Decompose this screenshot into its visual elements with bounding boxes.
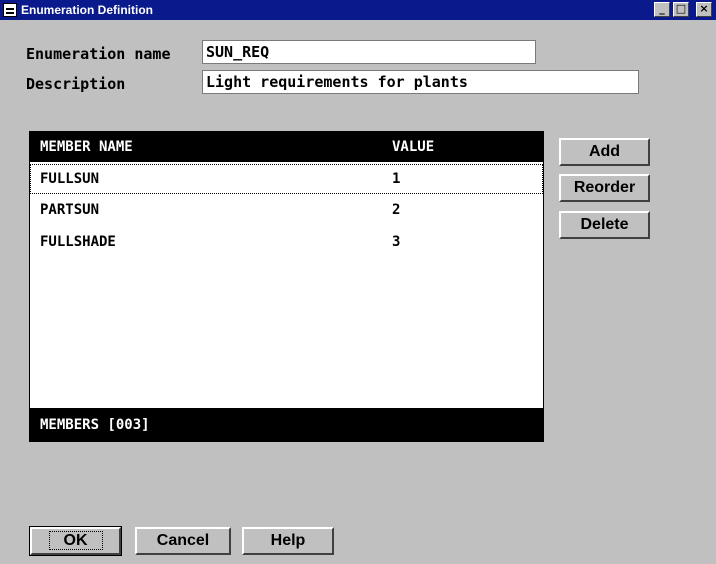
member-name: FULLSUN [40, 171, 100, 187]
title-bar[interactable]: Enumeration Definition _ □ × [0, 0, 716, 20]
members-count-footer: MEMBERS [003] [30, 408, 543, 441]
window-title: Enumeration Definition [21, 3, 153, 17]
list-item[interactable]: FULLSHADE 3 [30, 228, 543, 258]
minimize-button[interactable]: _ [654, 2, 670, 17]
app-icon [3, 3, 17, 17]
help-button[interactable]: Help [242, 527, 334, 555]
maximize-button[interactable]: □ [673, 2, 689, 17]
enumeration-name-label: Enumeration name [26, 45, 171, 63]
cancel-button[interactable]: Cancel [135, 527, 231, 555]
member-value: 2 [392, 202, 401, 218]
ok-button[interactable]: OK [29, 526, 122, 556]
enumeration-name-field[interactable]: SUN_REQ [202, 40, 536, 64]
column-header-value: VALUE [392, 139, 435, 155]
list-item[interactable]: PARTSUN 2 [30, 196, 543, 226]
list-header: MEMBER NAME VALUE [30, 132, 543, 162]
description-field[interactable]: Light requirements for plants [202, 70, 639, 94]
ok-button-label: OK [48, 531, 103, 550]
member-value: 3 [392, 234, 401, 250]
reorder-button[interactable]: Reorder [559, 174, 650, 202]
member-name: PARTSUN [40, 202, 100, 218]
close-button[interactable]: × [696, 2, 712, 17]
add-button[interactable]: Add [559, 138, 650, 166]
enumeration-definition-window: Enumeration Definition _ □ × Enumeration… [0, 0, 716, 564]
description-label: Description [26, 75, 126, 93]
column-header-member-name: MEMBER NAME [40, 139, 133, 155]
delete-button[interactable]: Delete [559, 211, 650, 239]
member-value: 1 [392, 171, 401, 187]
members-list[interactable]: MEMBER NAME VALUE FULLSUN 1 PARTSUN 2 FU… [29, 131, 544, 442]
members-count: MEMBERS [003] [40, 417, 150, 433]
list-item[interactable]: FULLSUN 1 [30, 164, 543, 194]
member-name: FULLSHADE [40, 234, 116, 250]
